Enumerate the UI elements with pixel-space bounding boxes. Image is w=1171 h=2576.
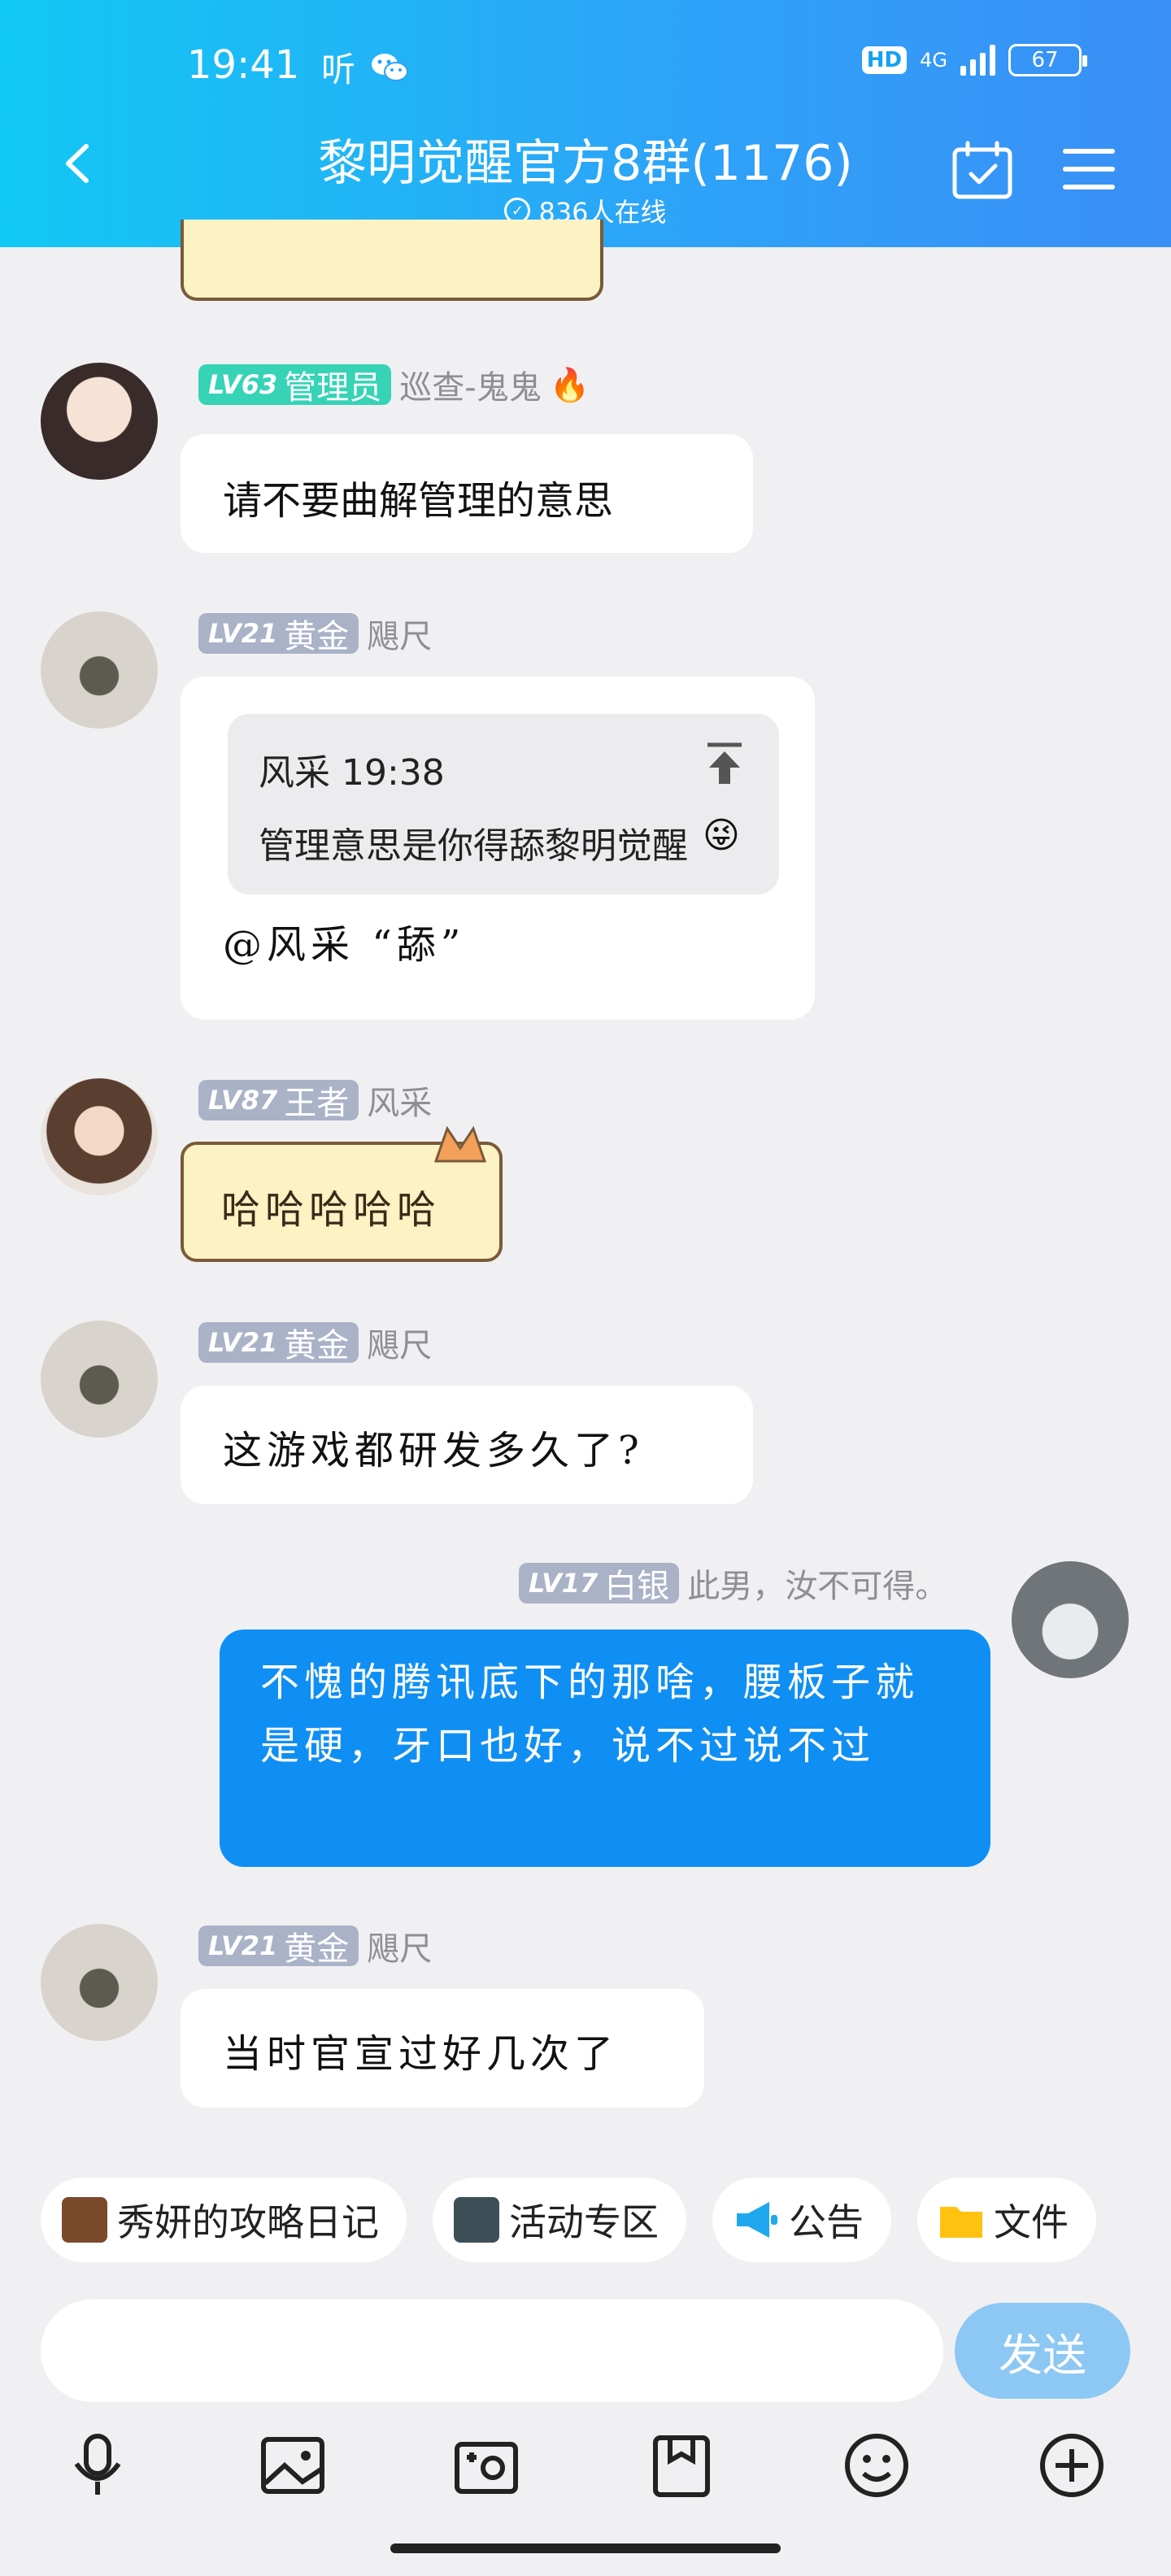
quote-author: 风采 19:38 <box>259 752 445 794</box>
message-text: 当时官宣过好几次了 <box>223 2031 619 2077</box>
plus-icon[interactable] <box>1038 2431 1106 2500</box>
message-text: 哈哈哈哈哈 <box>221 1187 442 1233</box>
wechat-icon <box>372 53 409 81</box>
sender-name[interactable]: 飓尺 <box>367 1922 432 1969</box>
quick-chip-announcement[interactable]: 公告 <box>712 2178 891 2262</box>
chip-label: 公告 <box>789 2200 864 2244</box>
camera-icon[interactable] <box>452 2431 520 2500</box>
image-icon[interactable] <box>259 2431 327 2500</box>
level-badge: LV63 管理员 <box>198 364 392 407</box>
avatar[interactable] <box>41 1924 158 2041</box>
quick-chip-events[interactable]: 活动专区 <box>433 2178 686 2262</box>
emoji-icon[interactable] <box>842 2431 911 2500</box>
sender-name[interactable]: 风采 <box>367 1077 432 1124</box>
avatar[interactable] <box>1012 1561 1129 1678</box>
signal-icon <box>960 45 995 76</box>
quick-access-bar: 秀妍的攻略日记 活动专区 公告 文件 <box>0 2163 1171 2277</box>
message-bubble[interactable]: 请不要曲解管理的意思 <box>181 434 753 553</box>
message-bubble-self[interactable]: 不愧的腾讯底下的那啥，腰板子就是硬，牙口也好，说不过说不过 <box>220 1630 990 1867</box>
message-text: 请不要曲解管理的意思 <box>223 478 614 524</box>
sender-name[interactable]: 巡查-鬼鬼 <box>399 361 541 408</box>
quote-text: 管理意思是你得舔黎明觉醒 <box>259 825 688 867</box>
message-bubble[interactable]: 这游戏都研发多久了? <box>181 1386 753 1504</box>
message-bubble[interactable]: 风采 19:38 管理意思是你得舔黎明觉醒 😜 @风采 “舔” <box>181 677 815 1020</box>
fire-icon: 🔥 <box>549 366 590 404</box>
microphone-icon[interactable] <box>63 2431 132 2500</box>
chip-label: 秀妍的攻略日记 <box>117 2200 379 2244</box>
chip-label: 文件 <box>994 2200 1069 2244</box>
status-right: HD 4G 67 <box>861 44 1087 76</box>
message-bubble[interactable]: 当时官宣过好几次了 <box>181 1989 704 2108</box>
battery-level: 67 <box>1031 48 1059 72</box>
chip-label: 活动专区 <box>509 2200 659 2244</box>
level-badge: LV87 王者 <box>198 1080 359 1122</box>
emoji-icon: 😜 <box>703 815 740 856</box>
hd-badge: HD <box>861 46 908 74</box>
message-input[interactable] <box>41 2300 943 2402</box>
quick-chip-files[interactable]: 文件 <box>917 2178 1096 2262</box>
level-badge: LV21 黄金 <box>198 1925 359 1968</box>
sticker-bubble[interactable]: 哈哈哈哈哈 <box>181 1125 503 1262</box>
sender-name[interactable]: 此男，汝不可得。 <box>687 1560 947 1607</box>
cat-ears-icon <box>433 1125 487 1163</box>
level-badge: LV21 黄金 <box>198 1322 359 1364</box>
status-left-icons: 听 <box>321 42 409 92</box>
compose-row: 发送 <box>0 2291 1171 2405</box>
jump-to-icon[interactable] <box>704 742 745 785</box>
message-text: 不愧的腾讯底下的那啥，腰板子就是硬，牙口也好，说不过说不过 <box>260 1660 920 1769</box>
quick-chip-guide[interactable]: 秀妍的攻略日记 <box>41 2178 407 2262</box>
level-badge: LV21 黄金 <box>198 613 359 655</box>
calendar-check-icon[interactable] <box>951 140 1013 200</box>
book-icon <box>62 2197 107 2243</box>
message-sender: LV21 黄金 飓尺 <box>198 610 432 657</box>
message-sender: LV17 白银 此男，汝不可得。 <box>519 1560 947 1607</box>
status-time: 19:41 <box>187 42 300 88</box>
chat-header: 19:41 听 HD 4G 67 黎明觉醒官方8群(1176) ✓ 836人在线 <box>0 0 1171 247</box>
avatar[interactable] <box>41 363 158 480</box>
partial-sticker-bubble <box>181 220 603 301</box>
level-badge: LV17 白银 <box>519 1563 680 1605</box>
input-toolbar <box>0 2415 1171 2513</box>
home-indicator[interactable] <box>390 2543 781 2553</box>
network-type: 4G <box>920 49 947 72</box>
menu-icon[interactable] <box>1062 146 1116 192</box>
message-text: @风采 “舔” <box>223 922 466 968</box>
message-sender: LV63 管理员 巡查-鬼鬼 🔥 <box>198 361 590 408</box>
message-sender: LV21 黄金 飓尺 <box>198 1319 432 1366</box>
avatar[interactable] <box>41 1078 158 1195</box>
battery-icon: 67 <box>1008 44 1087 76</box>
megaphone-icon <box>737 2202 777 2238</box>
listen-icon: 听 <box>321 50 356 89</box>
sender-name[interactable]: 飓尺 <box>367 1319 432 1366</box>
gift-icon[interactable] <box>647 2431 716 2500</box>
sender-name[interactable]: 飓尺 <box>367 610 432 657</box>
message-sender: LV87 王者 风采 <box>198 1077 432 1124</box>
send-button[interactable]: 发送 <box>955 2303 1130 2399</box>
avatar[interactable] <box>41 611 158 729</box>
quoted-message[interactable]: 风采 19:38 管理意思是你得舔黎明觉醒 😜 <box>228 714 779 894</box>
message-sender: LV21 黄金 飓尺 <box>198 1922 432 1969</box>
message-text: 这游戏都研发多久了? <box>223 1428 644 1473</box>
avatar[interactable] <box>41 1321 158 1438</box>
folder-icon <box>940 2207 982 2238</box>
game-icon <box>454 2197 499 2243</box>
